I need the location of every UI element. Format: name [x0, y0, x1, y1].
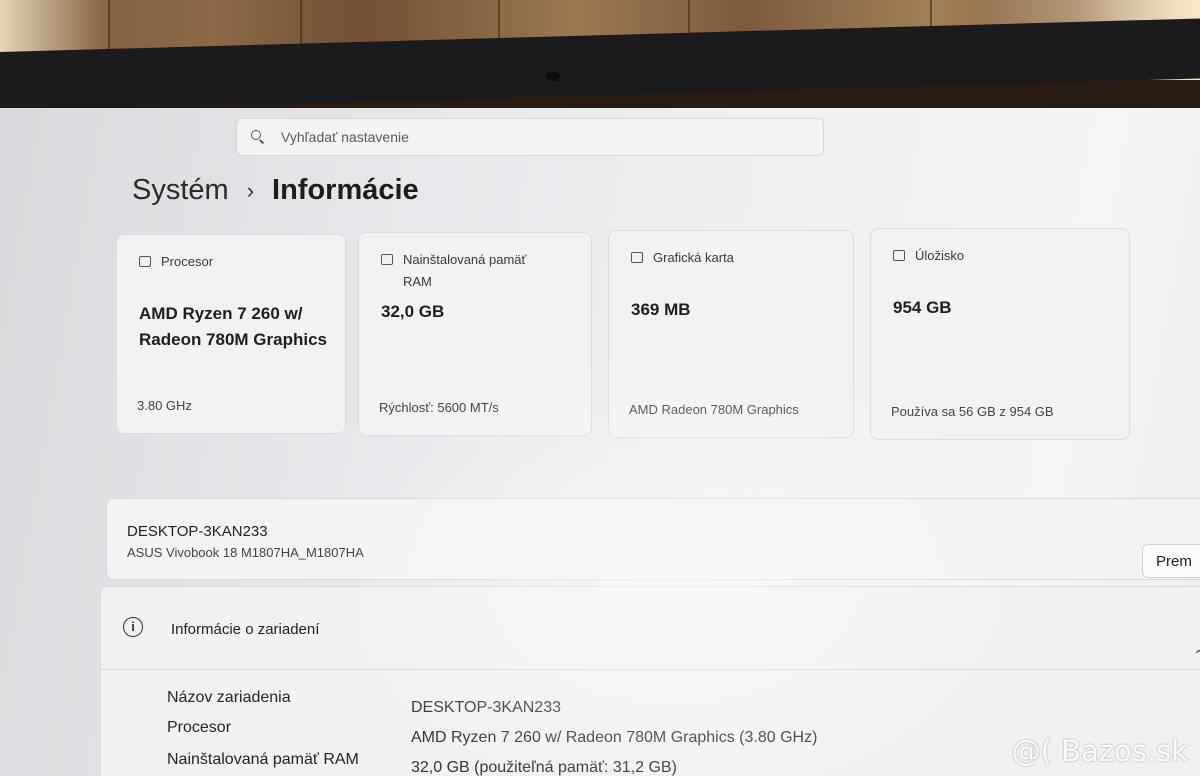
chevron-right-icon: › [246, 177, 255, 203]
search-input[interactable] [279, 128, 783, 146]
spec-label-ram: Nainštalovaná pamäť RAM [167, 751, 359, 768]
card-value: 32,0 GB [381, 302, 445, 321]
spec-label-processor: Procesor [167, 719, 232, 736]
card-value: 369 MB [631, 300, 691, 319]
spec-card-processor[interactable]: Procesor AMD Ryzen 7 260 w/ Radeon 780M … [116, 234, 346, 434]
spec-value-ram: 32,0 GB (použiteľná pamäť: 31,2 GB) [411, 759, 677, 776]
spec-label-device-name: Názov zariadenia [167, 689, 291, 706]
card-detail: AMD Radeon 780M Graphics [629, 402, 799, 417]
card-title: Procesor [161, 254, 214, 269]
info-icon: i [123, 617, 143, 637]
device-summary: DESKTOP-3KAN233 ASUS Vivobook 18 M1807HA… [106, 498, 1200, 580]
spec-value-processor: AMD Ryzen 7 260 w/ Radeon 780M Graphics … [411, 729, 818, 746]
device-name: DESKTOP-3KAN233 [127, 523, 268, 540]
breadcrumb-system-link[interactable]: Systém [132, 174, 229, 207]
spec-card-storage[interactable]: Úložisko 954 GB Používa sa 56 GB z 954 G… [870, 228, 1130, 440]
spec-value-device-name: DESKTOP-3KAN233 [411, 699, 561, 716]
chevron-up-icon[interactable]: ⌃ [1193, 647, 1200, 664]
card-title: Grafická karta [653, 250, 734, 265]
processor-icon [139, 256, 151, 267]
spec-card-graphics[interactable]: Grafická karta 369 MB AMD Radeon 780M Gr… [608, 230, 854, 438]
card-value: 954 GB [893, 298, 952, 317]
memory-icon [381, 254, 393, 265]
breadcrumb: Systém › Informácie [132, 174, 419, 207]
webcam [546, 72, 560, 81]
rename-pc-button[interactable]: Prem [1142, 544, 1200, 578]
card-title: Nainštalovaná pamäť RAM [403, 252, 527, 289]
card-detail: 3.80 GHz [137, 398, 192, 413]
card-detail: Rýchlosť: 5600 MT/s [379, 400, 499, 415]
search-box[interactable] [236, 118, 824, 156]
spec-card-ram[interactable]: Nainštalovaná pamäť RAM 32,0 GB Rýchlosť… [358, 232, 592, 436]
device-model: ASUS Vivobook 18 M1807HA_M1807HA [127, 545, 364, 560]
graphics-card-icon [631, 252, 643, 263]
settings-window: Systém › Informácie Procesor AMD Ryzen 7… [0, 108, 1200, 776]
device-info-header[interactable]: i Informácie o zariadení ⌃ [101, 587, 1200, 670]
search-icon [251, 130, 265, 144]
card-detail: Používa sa 56 GB z 954 GB [891, 404, 1054, 419]
card-title: Úložisko [915, 248, 965, 263]
page-title: Informácie [272, 174, 419, 206]
card-value: AMD Ryzen 7 260 w/ Radeon 780M Graphics [139, 304, 328, 349]
storage-icon [893, 250, 905, 261]
device-info-title: Informácie o zariadení [171, 621, 320, 638]
watermark: @( Bazos.sk [1011, 734, 1188, 768]
